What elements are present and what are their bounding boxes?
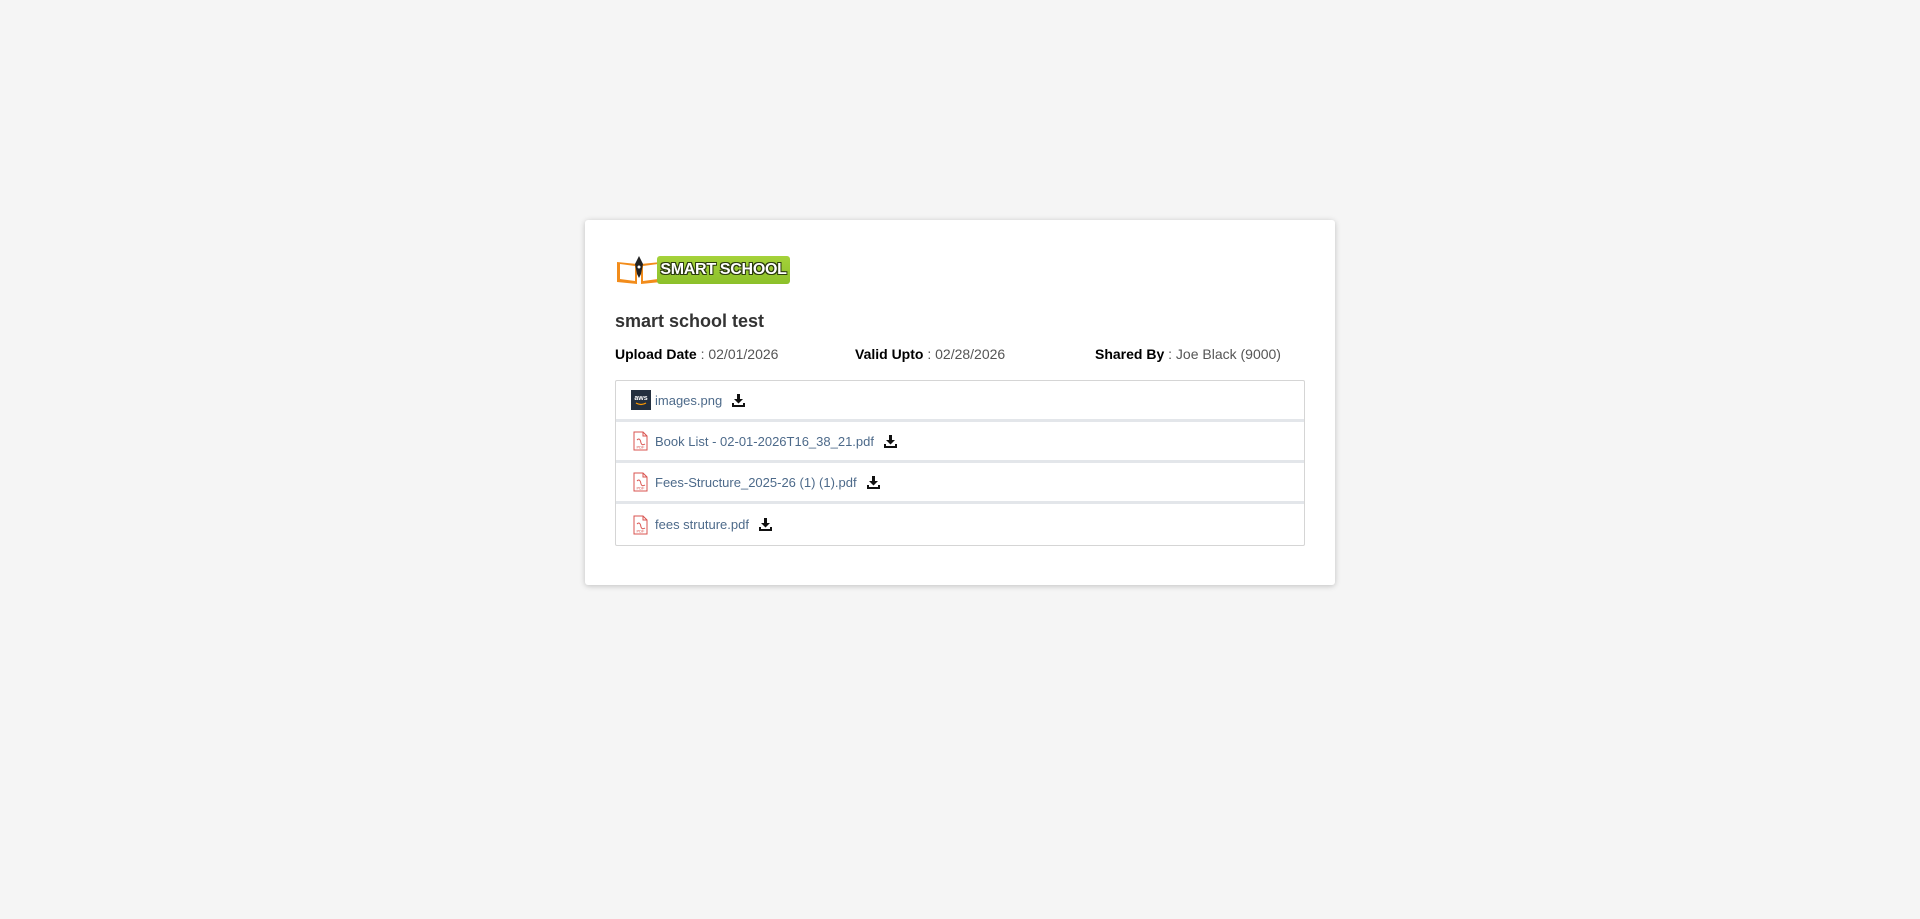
upload-date-label: Upload Date [615,346,697,362]
svg-text:PDF: PDF [637,528,646,533]
meta-info: Upload Date : 02/01/2026 Valid Upto : 02… [615,346,1305,362]
file-link[interactable]: Book List - 02-01-2026T16_38_21.pdf [655,434,874,449]
file-item: PDF Fees-Structure_2025-26 (1) (1).pdf [616,463,1304,504]
file-list: aws images.png PDF Book List - 02-01-202… [615,380,1305,546]
file-link[interactable]: Fees-Structure_2025-26 (1) (1).pdf [655,475,857,490]
pdf-icon: PDF [631,515,651,535]
pdf-icon: PDF [631,472,651,492]
svg-text:PDF: PDF [637,445,646,450]
download-icon[interactable] [866,475,880,489]
smart-school-logo: SMART SCHOOL [615,254,790,286]
file-item: PDF Book List - 02-01-2026T16_38_21.pdf [616,422,1304,463]
file-item: aws images.png [616,381,1304,422]
logo-text: SMART SCHOOL [657,256,790,284]
download-icon[interactable] [732,393,746,407]
book-pen-icon [617,256,661,284]
download-icon[interactable] [884,434,897,448]
upload-date: Upload Date : 02/01/2026 [615,346,855,362]
valid-upto-label: Valid Upto [855,346,924,362]
page-title: smart school test [615,311,765,331]
file-item: PDF fees struture.pdf [616,504,1304,545]
shared-by-value: : Joe Black (9000) [1164,346,1281,362]
upload-date-value: : 02/01/2026 [696,346,779,362]
svg-text:aws: aws [634,395,647,402]
aws-image-icon: aws [631,390,651,410]
file-link[interactable]: fees struture.pdf [655,517,749,532]
shared-by: Shared By : Joe Black (9000) [1095,346,1281,362]
valid-upto: Valid Upto : 02/28/2026 [855,346,1095,362]
svg-text:PDF: PDF [637,486,646,491]
valid-upto-value: : 02/28/2026 [923,346,1006,362]
file-link[interactable]: images.png [655,393,722,408]
download-icon[interactable] [758,518,772,531]
pdf-icon: PDF [631,431,651,451]
shared-content-card: SMART SCHOOL smart school test Upload Da… [585,220,1335,585]
shared-by-label: Shared By [1095,346,1165,362]
